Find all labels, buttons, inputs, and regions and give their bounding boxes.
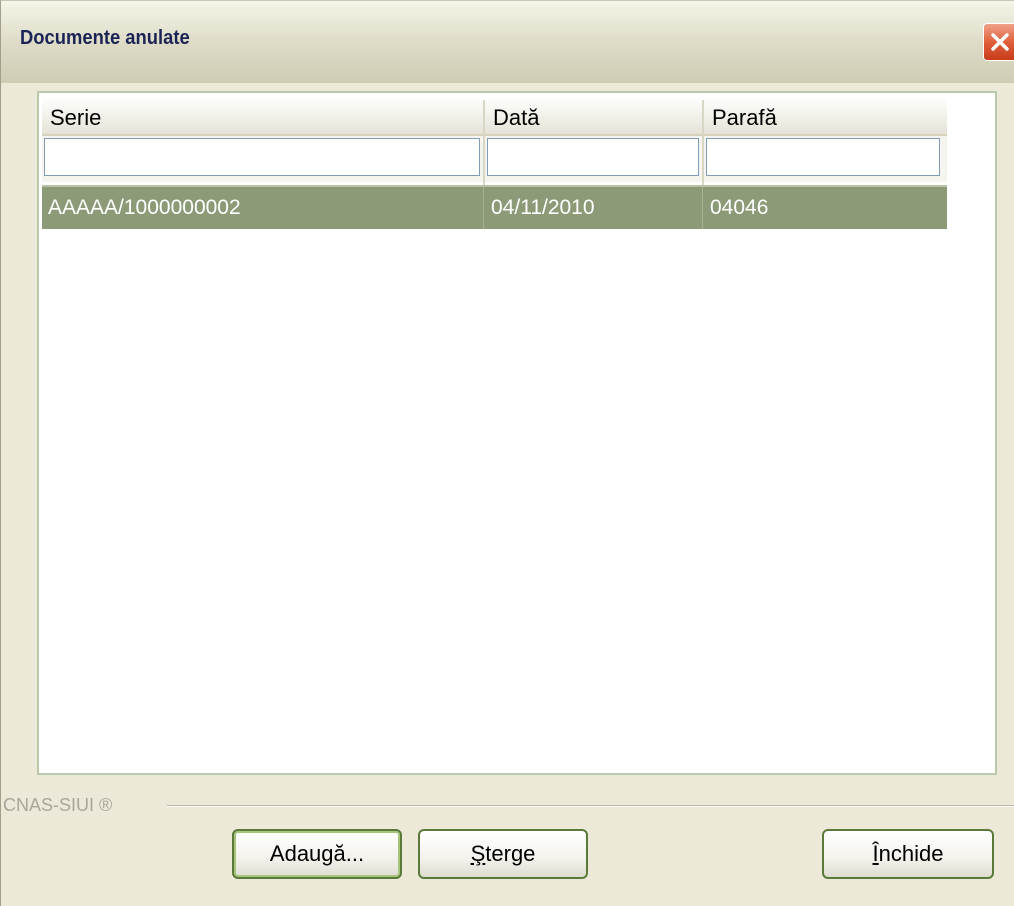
cancelled-documents-list[interactable]: Serie Dată Parafă AAAAA/1000000002 04/11…	[37, 91, 997, 775]
cell-separator	[483, 187, 484, 229]
delete-button[interactable]: Şterge	[418, 829, 588, 879]
close-button[interactable]: Închide	[822, 829, 994, 879]
delete-button-mnemonic: Ş	[470, 841, 486, 866]
column-header-data[interactable]: Dată	[485, 96, 702, 136]
filter-parafa-input[interactable]	[706, 138, 940, 176]
cell-parafa: 04046	[710, 196, 769, 219]
column-separator[interactable]	[483, 100, 485, 190]
table-row-selected[interactable]: AAAAA/1000000002 04/11/2010 04046	[42, 185, 947, 229]
window-title: Documente anulate	[20, 27, 190, 49]
close-icon	[991, 33, 1009, 51]
cell-separator	[702, 187, 703, 229]
close-button-label: nchide	[878, 841, 944, 866]
footer-brand-label: CNAS-SIUI ®	[3, 795, 113, 815]
title-bar[interactable]: Documente anulate	[1, 1, 1014, 83]
filter-serie-input[interactable]	[44, 138, 480, 176]
dialog-window: Documente anulate Serie Dată Parafă AAAA…	[0, 0, 1014, 906]
column-header-serie[interactable]: Serie	[42, 96, 483, 136]
close-window-button[interactable]	[983, 23, 1014, 61]
column-separator[interactable]	[702, 100, 704, 190]
footer-divider	[167, 805, 1014, 807]
grid: Serie Dată Parafă AAAAA/1000000002 04/11…	[42, 96, 947, 230]
add-button[interactable]: Adaugă...	[232, 829, 402, 879]
filter-data-input[interactable]	[487, 138, 699, 176]
cell-data: 04/11/2010	[491, 196, 595, 219]
delete-button-label: terge	[485, 841, 536, 866]
cell-serie: AAAAA/1000000002	[48, 196, 241, 219]
column-header-parafa[interactable]: Parafă	[704, 96, 947, 136]
